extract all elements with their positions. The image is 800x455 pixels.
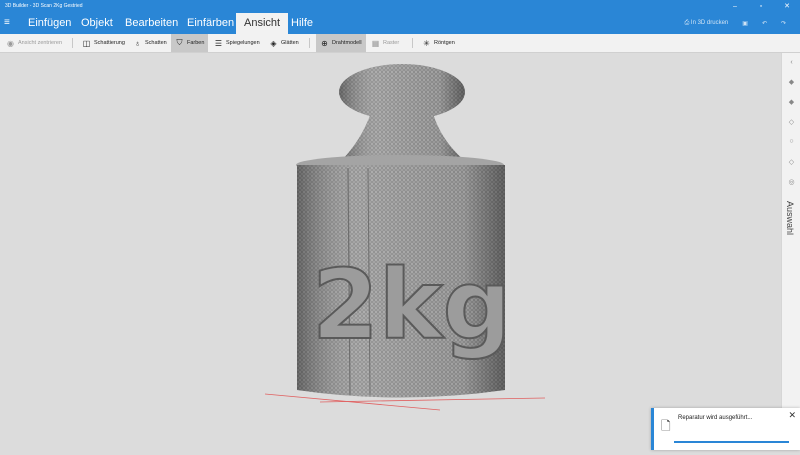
xray-button[interactable]: ✳ Röntgen	[418, 34, 459, 52]
tab-einfuegen[interactable]: Einfügen	[20, 13, 79, 34]
title-bar: 3D Builder - 3D Scan 2Kg Gestried – ▫ ✕	[0, 0, 800, 13]
header-actions: ⎙ In 3D drucken ▣ ↶ ↷	[684, 13, 800, 34]
colors-button[interactable]: ⛉ Farben	[171, 34, 209, 52]
tab-objekt[interactable]: Objekt	[73, 13, 121, 34]
minimize-button[interactable]: –	[722, 0, 748, 13]
maximize-button[interactable]: ▫	[748, 0, 774, 13]
save-icon[interactable]: ▣	[742, 20, 748, 27]
lightbulb-icon: ♁	[134, 38, 141, 48]
object-icon[interactable]: ◆	[782, 78, 800, 86]
tab-ansicht[interactable]: Ansicht	[236, 13, 289, 34]
smooth-button[interactable]: ◈ Glätten	[265, 34, 303, 52]
print-3d-button[interactable]: ⎙ In 3D drucken	[684, 20, 728, 27]
globe-icon: ⊕	[321, 38, 328, 48]
hamburger-menu-icon[interactable]: ≡	[4, 18, 10, 28]
paint-bucket-icon: ⛉	[176, 38, 183, 47]
reflections-button[interactable]: ☰ Spiegelungen	[210, 34, 264, 52]
xray-star-icon: ✳	[423, 38, 430, 48]
ground-axis-y	[319, 397, 546, 403]
3d-viewport[interactable]: 2kg	[0, 53, 781, 450]
toolbar-divider	[72, 38, 73, 48]
smooth-icon: ◈	[270, 38, 277, 48]
collapse-chevron-icon[interactable]: ‹	[782, 59, 800, 66]
toolbar-divider	[309, 38, 310, 48]
reflection-icon: ☰	[214, 38, 223, 48]
tab-bearbeiten[interactable]: Bearbeiten	[117, 13, 186, 34]
tab-einfaerben[interactable]: Einfärben	[179, 13, 242, 34]
shading-icon: ◫	[82, 38, 91, 48]
close-icon[interactable]: ✕	[788, 410, 796, 421]
wireframe-button[interactable]: ⊕ Drahtmodell	[316, 34, 366, 52]
undo-icon[interactable]: ↶	[762, 20, 767, 27]
engraving-text: 2kg	[312, 249, 511, 361]
selection-label[interactable]: Auswahl	[785, 201, 795, 235]
grid-button[interactable]: ▦ Raster	[367, 34, 403, 52]
grid-icon: ▦	[371, 38, 380, 48]
toolbar-divider	[412, 38, 413, 48]
document-icon: 🗋	[661, 419, 671, 433]
view-toolbar: ◉ Ansicht zentrieren ◫ Schattierung ♁ Sc…	[0, 34, 800, 53]
circle-icon[interactable]: ○	[782, 138, 800, 145]
selection-panel: ‹ ◆ ◆ ◇ ○ ◇ ◎ Auswahl	[781, 53, 800, 450]
redo-icon[interactable]: ↷	[781, 20, 786, 27]
repair-progress-bar	[674, 441, 789, 443]
center-view-button[interactable]: ◉ Ansicht zentrieren	[2, 34, 66, 52]
weight-model[interactable]: 2kg	[0, 53, 781, 450]
ribbon-tabs: ≡ Einfügen Objekt Bearbeiten Einfärben A…	[0, 13, 800, 34]
object-icon[interactable]: ◇	[782, 118, 800, 126]
tab-hilfe[interactable]: Hilfe	[283, 13, 321, 34]
window-controls: – ▫ ✕	[722, 0, 800, 13]
eye-icon: ◉	[7, 38, 14, 48]
object-icon[interactable]: ◆	[782, 98, 800, 106]
close-window-button[interactable]: ✕	[774, 0, 800, 13]
shading-button[interactable]: ◫ Schattierung	[78, 34, 129, 52]
shadows-button[interactable]: ♁ Schatten	[129, 34, 171, 52]
repair-notification: 🗋 Reparatur wird ausgeführt... ✕	[651, 408, 800, 450]
notification-message: Reparatur wird ausgeführt...	[678, 415, 753, 421]
object-icon[interactable]: ◇	[782, 158, 800, 166]
target-icon[interactable]: ◎	[782, 178, 800, 186]
window-title: 3D Builder - 3D Scan 2Kg Gestried	[5, 3, 83, 9]
